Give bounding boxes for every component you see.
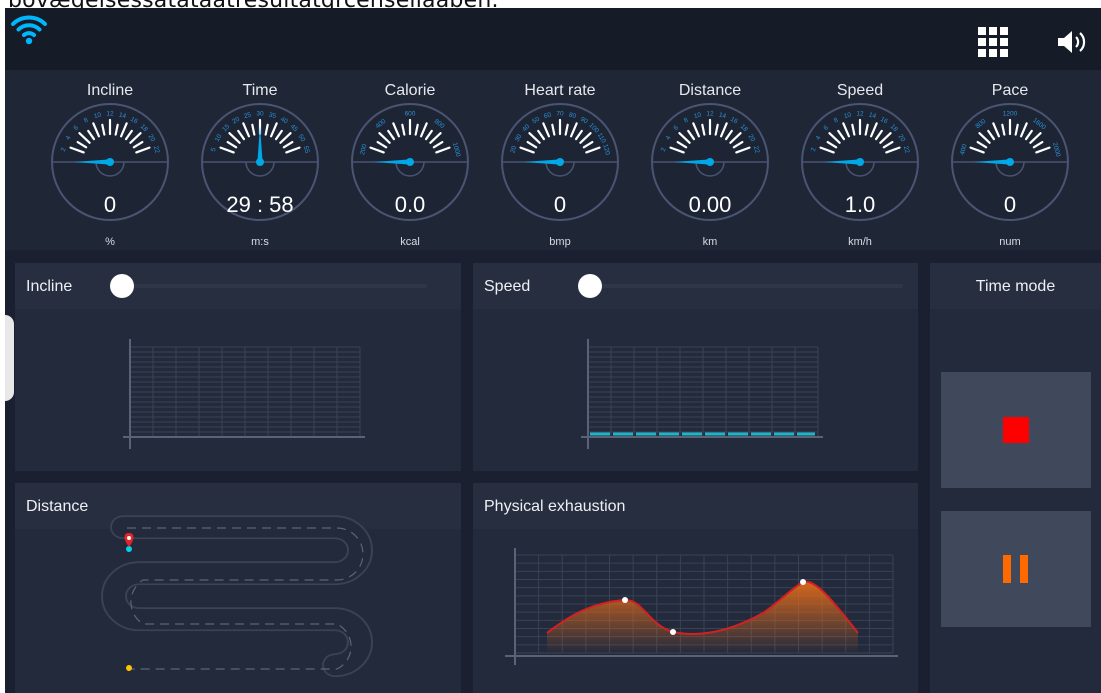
gauge-tick-label: 12 bbox=[706, 111, 714, 118]
gauge-unit: km bbox=[702, 236, 718, 248]
gauge-tick-label: 30 bbox=[256, 111, 264, 118]
gauge-unit: num bbox=[999, 236, 1021, 248]
gauge-title: Calorie bbox=[384, 82, 436, 99]
speed-chart bbox=[581, 339, 823, 449]
gauge-value: 0 bbox=[1003, 192, 1017, 217]
curve-point bbox=[622, 597, 628, 603]
incline-slider-knob[interactable] bbox=[110, 274, 134, 298]
gauge-unit: % bbox=[105, 236, 115, 248]
curve-point bbox=[670, 629, 676, 635]
exhaustion-chart bbox=[505, 548, 898, 665]
incline-chart bbox=[123, 339, 365, 449]
stop-button[interactable] bbox=[941, 372, 1091, 488]
mode-panel-title: Time mode bbox=[975, 278, 1056, 295]
volume-icon[interactable] bbox=[1055, 28, 1089, 56]
gauge-distance: Distance 2 4 6 8 10 12 14 16 18 20 22 0.00 km bbox=[635, 70, 785, 250]
speed-panel: Speed bbox=[473, 263, 918, 471]
stop-icon bbox=[1003, 417, 1029, 443]
mode-panel-header: Time mode bbox=[930, 263, 1101, 309]
side-drawer-handle[interactable] bbox=[5, 315, 14, 401]
speed-slider-track[interactable] bbox=[588, 284, 903, 288]
top-bar bbox=[5, 8, 1101, 70]
gauge-title: Heart rate bbox=[524, 82, 596, 99]
speed-slider-knob[interactable] bbox=[578, 274, 602, 298]
gauge-value: 29 : 58 bbox=[226, 192, 294, 217]
pause-button[interactable] bbox=[941, 511, 1091, 627]
gauge-unit: km/h bbox=[848, 236, 872, 248]
gauge-title: Incline bbox=[86, 82, 134, 99]
gauge-value: 0.0 bbox=[394, 192, 426, 217]
curve-point bbox=[800, 579, 806, 585]
incline-panel-title: Incline bbox=[26, 278, 73, 295]
incline-slider-track[interactable] bbox=[120, 284, 427, 288]
treadmill-screen: Incline 2 4 6 8 10 12 14 16 18 20 22 0% Time 5 10 15 20 25… bbox=[5, 8, 1101, 693]
gauge-tick-label: 12 bbox=[106, 111, 114, 118]
pause-icon bbox=[1003, 555, 1028, 583]
gauge-value: 0 bbox=[553, 192, 567, 217]
gauge-bar: Incline 2 4 6 8 10 12 14 16 18 20 22 0% Time 5 10 15 20 25… bbox=[5, 70, 1101, 250]
gauge-incline: Incline 2 4 6 8 10 12 14 16 18 20 22 0% bbox=[35, 70, 185, 250]
gauge-tick-label: 1200 bbox=[1003, 111, 1018, 118]
gauge-unit: kcal bbox=[400, 236, 420, 248]
gauge-title: Distance bbox=[678, 82, 742, 99]
gauge-unit: bmp bbox=[549, 236, 571, 248]
location-pin-icon bbox=[124, 533, 134, 547]
incline-panel: Incline bbox=[15, 263, 461, 471]
gauge-calorie: Calorie 200 400 600 800 1000 0.0 kcal bbox=[335, 70, 485, 250]
speed-panel-header: Speed bbox=[473, 263, 918, 309]
gauge-pace: Pace 400 800 1200 1600 2000 0 num bbox=[935, 70, 1085, 250]
incline-panel-header: Incline bbox=[15, 263, 461, 309]
gauge-unit: m:s bbox=[251, 236, 269, 248]
gauge-title: Speed bbox=[836, 82, 884, 99]
track-end-dot bbox=[126, 665, 132, 671]
gauge-value: 0 bbox=[103, 192, 117, 217]
gauge-speed: Speed 2 4 6 8 10 12 14 16 18 20 22 1.0 km/h bbox=[785, 70, 935, 250]
wifi-icon[interactable] bbox=[9, 10, 49, 50]
gauge-value: 0.00 bbox=[688, 192, 732, 217]
gauge-title: Pace bbox=[991, 82, 1029, 99]
gauge-title: Time bbox=[242, 82, 278, 99]
grid-icon[interactable] bbox=[975, 24, 1011, 60]
distance-track-map bbox=[101, 515, 373, 678]
gauge-value: 1.0 bbox=[844, 192, 876, 217]
speed-panel-title: Speed bbox=[484, 278, 531, 295]
gauge-tick-label: 12 bbox=[856, 111, 864, 118]
distance-panel: Distance bbox=[15, 483, 461, 693]
gauge-heart-rate: Heart rate 20 30 40 50 60 70 80 90 100 110 120 0 bmp bbox=[485, 70, 635, 250]
exhaustion-panel: Physical exhaustion bbox=[473, 483, 918, 693]
gauge-tick-label: 600 bbox=[405, 111, 416, 118]
gauge-tick-label: 70 bbox=[556, 111, 564, 118]
gauge-time: Time 5 10 15 20 25 30 35 40 45 50 55 29 : 58 m:s bbox=[185, 70, 335, 250]
